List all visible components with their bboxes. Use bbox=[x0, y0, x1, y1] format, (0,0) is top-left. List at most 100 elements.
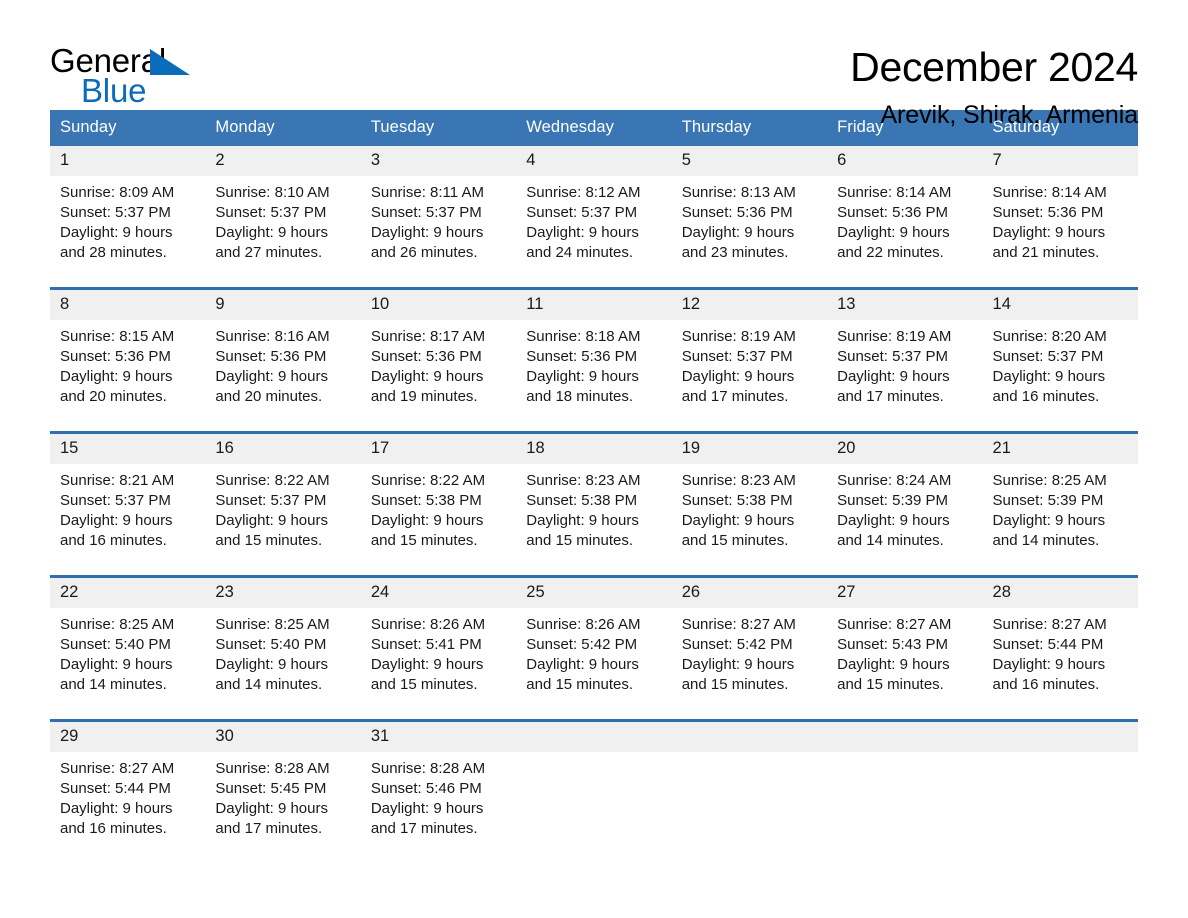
day-number: 29 bbox=[50, 719, 206, 752]
day-cell: Sunrise: 8:25 AM Sunset: 5:39 PM Dayligh… bbox=[982, 464, 1138, 577]
day-cell: Sunrise: 8:26 AM Sunset: 5:42 PM Dayligh… bbox=[516, 608, 672, 721]
day-number-empty bbox=[671, 719, 828, 752]
daylight-text-cont: and 28 minutes. bbox=[60, 244, 167, 261]
day-cell: Sunrise: 8:28 AM Sunset: 5:45 PM Dayligh… bbox=[205, 752, 361, 863]
daylight-text: Daylight: 9 hours bbox=[681, 224, 795, 241]
sunset-text: Sunset: 5:46 PM bbox=[370, 780, 482, 797]
daylight-text-cont: and 15 minutes. bbox=[681, 676, 789, 693]
daylight-text: Daylight: 9 hours bbox=[215, 512, 328, 529]
day-cell: Sunrise: 8:14 AM Sunset: 5:36 PM Dayligh… bbox=[982, 176, 1138, 289]
day-number: 21 bbox=[982, 431, 1138, 464]
day-number: 9 bbox=[205, 287, 361, 320]
sunrise-text: Sunrise: 8:28 AM bbox=[215, 760, 330, 777]
day-number: 22 bbox=[50, 575, 206, 608]
daylight-text: Daylight: 9 hours bbox=[60, 656, 173, 673]
daylight-text: Daylight: 9 hours bbox=[526, 224, 639, 241]
sunset-text: Sunset: 5:37 PM bbox=[681, 348, 793, 365]
daylight-text-cont: and 14 minutes. bbox=[992, 532, 1100, 549]
day-number: 12 bbox=[671, 287, 828, 320]
calendar-page: General Blue December 2024 Arevik, Shira… bbox=[0, 0, 1188, 918]
daylight-text-cont: and 14 minutes. bbox=[837, 532, 944, 549]
calendar-body: 1 2 3 4 5 6 7 Sunrise: 8:09 AM Sunset: 5… bbox=[50, 146, 1138, 863]
sunset-text: Sunset: 5:37 PM bbox=[215, 492, 327, 509]
daylight-text: Daylight: 9 hours bbox=[681, 656, 795, 673]
day-cell: Sunrise: 8:13 AM Sunset: 5:36 PM Dayligh… bbox=[671, 176, 828, 289]
sunset-text: Sunset: 5:38 PM bbox=[681, 492, 793, 509]
day-number: 8 bbox=[50, 287, 206, 320]
day-cell: Sunrise: 8:28 AM Sunset: 5:46 PM Dayligh… bbox=[360, 752, 517, 863]
daylight-text-cont: and 14 minutes. bbox=[215, 676, 323, 693]
daylight-text-cont: and 15 minutes. bbox=[370, 532, 478, 549]
day-number: 4 bbox=[516, 146, 672, 176]
daylight-text: Daylight: 9 hours bbox=[370, 656, 484, 673]
day-number: 11 bbox=[516, 287, 672, 320]
sunset-text: Sunset: 5:37 PM bbox=[837, 348, 949, 365]
daylight-text-cont: and 17 minutes. bbox=[681, 388, 789, 405]
sunrise-text: Sunrise: 8:14 AM bbox=[837, 184, 952, 201]
sunrise-text: Sunrise: 8:10 AM bbox=[215, 184, 330, 201]
daylight-text: Daylight: 9 hours bbox=[992, 368, 1106, 385]
day-cell: Sunrise: 8:10 AM Sunset: 5:37 PM Dayligh… bbox=[205, 176, 361, 289]
day-cell: Sunrise: 8:21 AM Sunset: 5:37 PM Dayligh… bbox=[50, 464, 206, 577]
daylight-text-cont: and 20 minutes. bbox=[215, 388, 323, 405]
sunset-text: Sunset: 5:44 PM bbox=[60, 780, 171, 797]
daylight-text-cont: and 20 minutes. bbox=[60, 388, 167, 405]
sunrise-text: Sunrise: 8:27 AM bbox=[992, 616, 1107, 633]
sunset-text: Sunset: 5:44 PM bbox=[992, 636, 1104, 653]
daylight-text: Daylight: 9 hours bbox=[837, 512, 950, 529]
sunrise-text: Sunrise: 8:19 AM bbox=[681, 328, 796, 345]
day-number: 5 bbox=[671, 146, 828, 176]
day-cell-empty bbox=[827, 752, 983, 863]
daylight-text: Daylight: 9 hours bbox=[992, 224, 1106, 241]
sunset-text: Sunset: 5:36 PM bbox=[215, 348, 327, 365]
day-cell: Sunrise: 8:09 AM Sunset: 5:37 PM Dayligh… bbox=[50, 176, 206, 289]
daylight-text: Daylight: 9 hours bbox=[60, 224, 173, 241]
sunrise-text: Sunrise: 8:27 AM bbox=[60, 760, 175, 777]
daylight-text: Daylight: 9 hours bbox=[60, 512, 173, 529]
day-cell: Sunrise: 8:27 AM Sunset: 5:44 PM Dayligh… bbox=[982, 608, 1138, 721]
day-cell: Sunrise: 8:16 AM Sunset: 5:36 PM Dayligh… bbox=[205, 320, 361, 433]
day-number: 26 bbox=[671, 575, 828, 608]
day-cell: Sunrise: 8:19 AM Sunset: 5:37 PM Dayligh… bbox=[671, 320, 828, 433]
daylight-text-cont: and 23 minutes. bbox=[681, 244, 789, 261]
daylight-text: Daylight: 9 hours bbox=[370, 224, 484, 241]
sunset-text: Sunset: 5:45 PM bbox=[215, 780, 327, 797]
day-number: 18 bbox=[516, 431, 672, 464]
sunset-text: Sunset: 5:36 PM bbox=[370, 348, 482, 365]
sunset-text: Sunset: 5:36 PM bbox=[681, 204, 793, 221]
day-number-row: 1 2 3 4 5 6 7 bbox=[50, 146, 1138, 176]
sunset-text: Sunset: 5:38 PM bbox=[526, 492, 638, 509]
sunrise-text: Sunrise: 8:16 AM bbox=[215, 328, 330, 345]
day-cell: Sunrise: 8:26 AM Sunset: 5:41 PM Dayligh… bbox=[360, 608, 517, 721]
sunset-text: Sunset: 5:36 PM bbox=[837, 204, 949, 221]
daylight-text-cont: and 22 minutes. bbox=[837, 244, 944, 261]
daylight-text-cont: and 24 minutes. bbox=[526, 244, 634, 261]
daylight-text: Daylight: 9 hours bbox=[370, 368, 484, 385]
sunset-text: Sunset: 5:39 PM bbox=[992, 492, 1104, 509]
sunset-text: Sunset: 5:37 PM bbox=[526, 204, 638, 221]
daylight-text-cont: and 26 minutes. bbox=[370, 244, 478, 261]
daylight-text: Daylight: 9 hours bbox=[681, 368, 795, 385]
daylight-text-cont: and 15 minutes. bbox=[370, 676, 478, 693]
sunrise-text: Sunrise: 8:26 AM bbox=[370, 616, 486, 633]
sunrise-text: Sunrise: 8:25 AM bbox=[60, 616, 175, 633]
daylight-text-cont: and 18 minutes. bbox=[526, 388, 634, 405]
sunrise-text: Sunrise: 8:26 AM bbox=[526, 616, 641, 633]
daylight-text-cont: and 15 minutes. bbox=[681, 532, 789, 549]
day-number: 27 bbox=[827, 575, 983, 608]
sunrise-text: Sunrise: 8:20 AM bbox=[992, 328, 1107, 345]
daylight-text: Daylight: 9 hours bbox=[370, 800, 484, 817]
sunset-text: Sunset: 5:37 PM bbox=[992, 348, 1104, 365]
daylight-text-cont: and 27 minutes. bbox=[215, 244, 323, 261]
sunrise-text: Sunrise: 8:17 AM bbox=[370, 328, 486, 345]
logo-triangle-icon bbox=[150, 49, 190, 75]
sunset-text: Sunset: 5:40 PM bbox=[215, 636, 327, 653]
day-cell: Sunrise: 8:27 AM Sunset: 5:42 PM Dayligh… bbox=[671, 608, 828, 721]
day-cell: Sunrise: 8:25 AM Sunset: 5:40 PM Dayligh… bbox=[50, 608, 206, 721]
daylight-text-cont: and 15 minutes. bbox=[837, 676, 944, 693]
day-info-row: Sunrise: 8:21 AM Sunset: 5:37 PM Dayligh… bbox=[50, 464, 1138, 577]
calendar-grid: Sunday Monday Tuesday Wednesday Thursday… bbox=[50, 110, 1138, 863]
day-number-row: 8 9 10 11 12 13 14 bbox=[50, 287, 1138, 320]
page-title: December 2024 bbox=[850, 44, 1138, 90]
day-number-empty bbox=[982, 719, 1138, 752]
